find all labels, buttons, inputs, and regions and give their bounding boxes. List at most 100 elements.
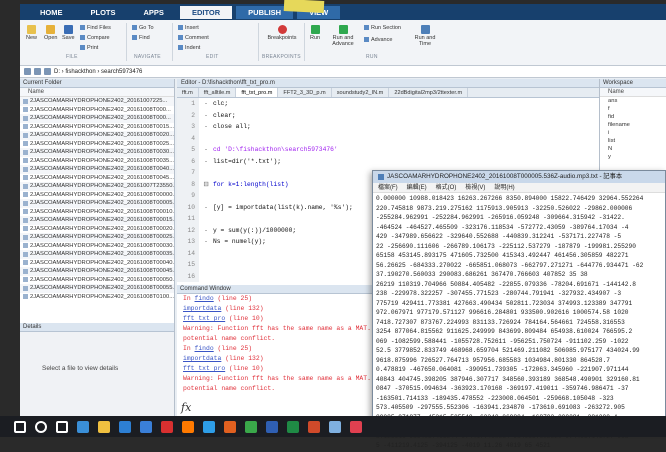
edge-icon[interactable] (77, 420, 89, 433)
save-button[interactable]: Save (62, 25, 75, 41)
back-icon[interactable] (24, 68, 31, 75)
new-button[interactable]: New (26, 25, 37, 41)
current-path[interactable]: D: › fishackthon › search5973476 (54, 69, 142, 75)
file-row[interactable]: 2JASCOAMARHYDROPHONE2402_20161008T00050.… (20, 276, 174, 285)
line-ref[interactable]: (line 10) (225, 315, 264, 322)
file-row[interactable]: 2JASCOAMARHYDROPHONE2402_20161008T00045.… (20, 267, 174, 276)
workspace-variable[interactable]: list (600, 137, 666, 145)
fx-prompt[interactable]: fx (181, 401, 191, 414)
store-icon[interactable] (119, 420, 131, 433)
notepad-menu-item[interactable]: 格式(O) (436, 183, 457, 192)
file-row[interactable]: 2JASCOAMARHYDROPHONE2402_20161008T00025.… (20, 233, 174, 242)
tab-editor[interactable]: EDITOR (179, 5, 233, 19)
function-link[interactable]: findo (195, 345, 214, 352)
forward-icon[interactable] (34, 68, 41, 75)
run-and-time-button[interactable]: Run and Time (410, 25, 440, 47)
find-button[interactable]: Find (132, 35, 150, 41)
function-link[interactable]: importdata (183, 305, 221, 312)
file-row[interactable]: 2JASCOAMARHYDROPHONE2402_20161007225... (20, 97, 174, 106)
file-row[interactable]: 2JASCOAMARHYDROPHONE2402_20161008T0040..… (20, 165, 174, 174)
file-row[interactable]: 2JASCOAMARHYDROPHONE2402_20161008T00000.… (20, 191, 174, 200)
run-section-button[interactable]: Run Section (364, 25, 401, 31)
workspace-variable[interactable]: filename (600, 121, 666, 129)
file-row[interactable]: 2JASCOAMARHYDROPHONE2402_20161008T0100..… (20, 293, 174, 302)
illustrator-icon[interactable] (182, 420, 194, 433)
matlab-icon[interactable] (224, 420, 236, 433)
file-row[interactable]: 2JASCOAMARHYDROPHONE2402_20161008T00035.… (20, 250, 174, 259)
file-row[interactable]: 2JASCOAMARHYDROPHONE2402_20161008T0020..… (20, 131, 174, 140)
notepad-menu-item[interactable]: 檔案(F) (378, 183, 398, 192)
notepad-text[interactable]: 0.000000 10988.018423 16263.267266 8350.… (373, 193, 665, 452)
goto-button[interactable]: Go To (132, 25, 154, 31)
file-row[interactable]: 2JASCOAMARHYDROPHONE2402_20161008T00030.… (20, 242, 174, 251)
tab-apps[interactable]: APPS (132, 6, 176, 19)
editor-tab[interactable]: FFT2_3_3D_p.m (278, 88, 332, 97)
file-row[interactable]: 2JASCOAMARHYDROPHONE2402_20161007T23550.… (20, 182, 174, 191)
windows-icon[interactable] (14, 420, 26, 433)
editor-tab[interactable]: 22dBdigital2mp3/2ttexter.m (389, 88, 469, 97)
insert-button[interactable]: Insert (178, 25, 199, 31)
media-icon[interactable] (350, 420, 362, 433)
folder-up-icon[interactable] (44, 68, 51, 75)
file-row[interactable]: 2JASCOAMARHYDROPHONE2402_20161008T00010.… (20, 208, 174, 217)
notepad-icon[interactable] (329, 420, 341, 433)
name-column-header[interactable]: Name (20, 88, 174, 97)
word-icon[interactable] (266, 420, 278, 433)
notepad-menu-item[interactable]: 編輯(E) (407, 183, 427, 192)
file-row[interactable]: 2JASCOAMARHYDROPHONE2402_20161008T0045..… (20, 174, 174, 183)
file-row[interactable]: 2JASCOAMARHYDROPHONE2402_20161008T00015.… (20, 216, 174, 225)
workspace-variable[interactable]: f (600, 105, 666, 113)
file-row[interactable]: 2JASCOAMARHYDROPHONE2402_20161008T00055.… (20, 284, 174, 293)
workspace-variable[interactable]: N (600, 145, 666, 153)
line-ref[interactable]: (line 132) (221, 305, 263, 312)
workspace-variable[interactable]: y (600, 153, 666, 161)
editor-tab[interactable]: soundstudy2_IN.m (332, 88, 390, 97)
file-row[interactable]: 2JASCOAMARHYDROPHONE2402_20161008T0030..… (20, 148, 174, 157)
tab-plots[interactable]: PLOTS (79, 6, 128, 19)
photoshop-icon[interactable] (203, 420, 215, 433)
run-and-advance-button[interactable]: Run and Advance (328, 25, 358, 47)
excel-icon[interactable] (287, 420, 299, 433)
advance-button[interactable]: Advance (364, 37, 392, 43)
editor-tab[interactable]: fft_alltile.m (199, 88, 237, 97)
editor-tab[interactable]: fft.m (177, 88, 199, 97)
workspace-variable[interactable]: ans (600, 97, 666, 105)
workspace-variable[interactable]: fid (600, 113, 666, 121)
function-link[interactable]: importdata (183, 355, 221, 362)
function-link[interactable]: fft txt pro (183, 365, 225, 372)
print-button[interactable]: Print (80, 45, 98, 51)
function-link[interactable]: findo (195, 295, 214, 302)
file-row[interactable]: 2JASCOAMARHYDROPHONE2402_20161008T00005.… (20, 199, 174, 208)
breakpoints-button[interactable]: Breakpoints (266, 25, 298, 41)
line-ref[interactable]: (line 25) (214, 345, 253, 352)
workspace-name-header[interactable]: Name (600, 88, 666, 97)
find-files-button[interactable]: Find Files (80, 25, 111, 31)
open-button[interactable]: Open (44, 25, 57, 41)
task-view-icon[interactable] (56, 420, 68, 433)
notepad-titlebar[interactable]: JASCOAMARHYDROPHONE2402_20161008T000005.… (373, 171, 665, 183)
line-ref[interactable]: (line 10) (225, 365, 264, 372)
chrome-icon[interactable] (245, 420, 257, 433)
search-icon[interactable] (35, 420, 47, 433)
line-ref[interactable]: (line 132) (221, 355, 263, 362)
workspace-variable[interactable]: i (600, 129, 666, 137)
file-row[interactable]: 2JASCOAMARHYDROPHONE2402_20161008T00020.… (20, 225, 174, 234)
file-row[interactable]: 2JASCOAMARHYDROPHONE2402_20161008T00040.… (20, 259, 174, 268)
file-row[interactable]: 2JASCOAMARHYDROPHONE2402_20161008T0015..… (20, 123, 174, 132)
compare-button[interactable]: Compare (80, 35, 110, 41)
file-row[interactable]: 2JASCOAMARHYDROPHONE2402_20161008T0035..… (20, 157, 174, 166)
comment-button[interactable]: Comment (178, 35, 209, 41)
notepad-menu-item[interactable]: 檢視(V) (465, 183, 485, 192)
powerpoint-icon[interactable] (308, 420, 320, 433)
editor-tab[interactable]: fft_txt_pro.m (236, 88, 279, 97)
run-button[interactable]: Run (310, 25, 320, 41)
address-bar[interactable]: D: › fishackthon › search5973476 (20, 66, 666, 78)
function-link[interactable]: fft txt pro (183, 315, 225, 322)
notepad-menu-item[interactable]: 說明(H) (494, 183, 514, 192)
file-row[interactable]: 2JASCOAMARHYDROPHONE2402_20161008T0025..… (20, 140, 174, 149)
file-row[interactable]: 2JASCOAMARHYDROPHONE2402_20161008T000... (20, 106, 174, 115)
mail-icon[interactable] (140, 420, 152, 433)
line-ref[interactable]: (line 25) (214, 295, 253, 302)
tab-home[interactable]: HOME (28, 6, 75, 19)
folder-icon[interactable] (98, 420, 110, 433)
